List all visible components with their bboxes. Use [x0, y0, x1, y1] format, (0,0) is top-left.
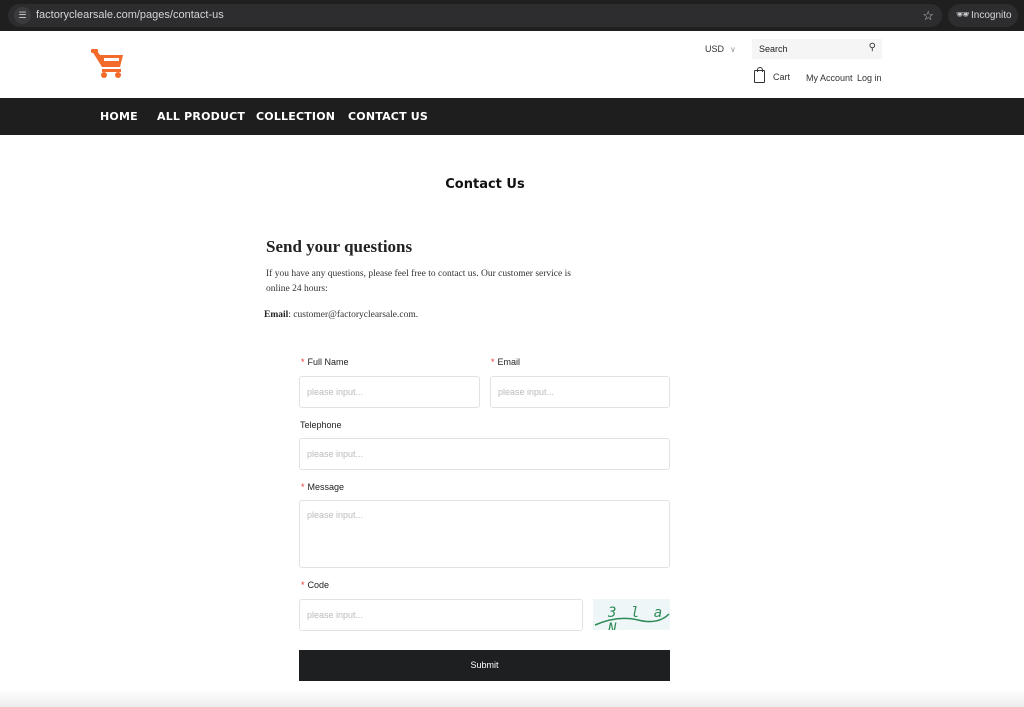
- incognito-label: Incognito: [971, 10, 1012, 21]
- search-input[interactable]: Search ⚲: [752, 39, 882, 59]
- address-bar[interactable]: ☰ factoryclearsale.com/pages/contact-us …: [8, 4, 942, 27]
- message-label-text: Message: [307, 482, 345, 492]
- shopping-bag-icon: [754, 67, 765, 83]
- page-bottom-fade: [0, 690, 1024, 707]
- required-mark: *: [301, 580, 305, 590]
- code-label: * Code: [301, 580, 329, 590]
- email-field-label: * Email: [491, 357, 520, 367]
- required-mark: *: [301, 357, 305, 367]
- captcha-noise-line: [594, 613, 670, 626]
- captcha-image[interactable]: 3 l a N: [593, 599, 670, 630]
- email-field-label-text: Email: [497, 357, 521, 367]
- full-name-label-text: Full Name: [307, 357, 349, 367]
- nav-item-home[interactable]: HOME: [100, 110, 138, 123]
- section-title: Send your questions: [266, 237, 413, 256]
- message-textarea[interactable]: please input...: [299, 500, 670, 568]
- url-text[interactable]: factoryclearsale.com/pages/contact-us: [36, 9, 224, 21]
- logo-cart-icon[interactable]: [90, 47, 126, 79]
- required-mark: *: [301, 482, 305, 492]
- telephone-label: Telephone: [300, 420, 342, 430]
- currency-value: USD: [705, 44, 725, 54]
- chevron-down-icon: ∨: [730, 45, 736, 54]
- search-placeholder: Search: [759, 44, 788, 54]
- search-icon[interactable]: ⚲: [869, 42, 876, 53]
- message-label: * Message: [301, 482, 344, 492]
- code-label-text: Code: [307, 580, 330, 590]
- code-input[interactable]: please input...: [299, 599, 583, 631]
- telephone-input[interactable]: please input...: [299, 438, 670, 470]
- nav-item-contact-us[interactable]: CONTACT US: [348, 110, 428, 123]
- browser-toolbar: ☰ factoryclearsale.com/pages/contact-us …: [0, 0, 1024, 31]
- main-nav: HOME ALL PRODUCT COLLECTION CONTACT US: [0, 98, 1024, 135]
- site-header: USD ∨ Search ⚲ Cart My Account Log in: [0, 31, 1024, 98]
- nav-item-all-product[interactable]: ALL PRODUCT: [157, 110, 245, 123]
- required-mark: *: [491, 357, 495, 367]
- email-input[interactable]: please input...: [490, 376, 670, 408]
- my-account-link[interactable]: My Account: [806, 73, 853, 83]
- cart-link[interactable]: Cart: [754, 67, 791, 84]
- email-value: : customer@factoryclearsale.com.: [288, 310, 419, 320]
- full-name-label: * Full Name: [301, 357, 349, 367]
- email-label: Email: [264, 310, 289, 320]
- intro-text: If you have any questions, please feel f…: [266, 269, 571, 294]
- incognito-icon: 🕶: [956, 9, 970, 21]
- submit-button[interactable]: Submit: [299, 650, 670, 681]
- cart-label: Cart: [773, 71, 791, 82]
- bookmark-star-icon[interactable]: ☆: [922, 7, 934, 24]
- nav-item-collection[interactable]: COLLECTION: [256, 110, 335, 123]
- contact-email: Email: customer@factoryclearsale.com.: [264, 310, 418, 320]
- currency-selector[interactable]: USD ∨: [705, 44, 736, 54]
- site-info-icon[interactable]: ☰: [14, 7, 31, 24]
- full-name-input[interactable]: please input...: [299, 376, 480, 408]
- login-link[interactable]: Log in: [857, 73, 882, 83]
- incognito-badge[interactable]: 🕶 Incognito: [948, 4, 1018, 27]
- page-title: Contact Us: [445, 177, 525, 192]
